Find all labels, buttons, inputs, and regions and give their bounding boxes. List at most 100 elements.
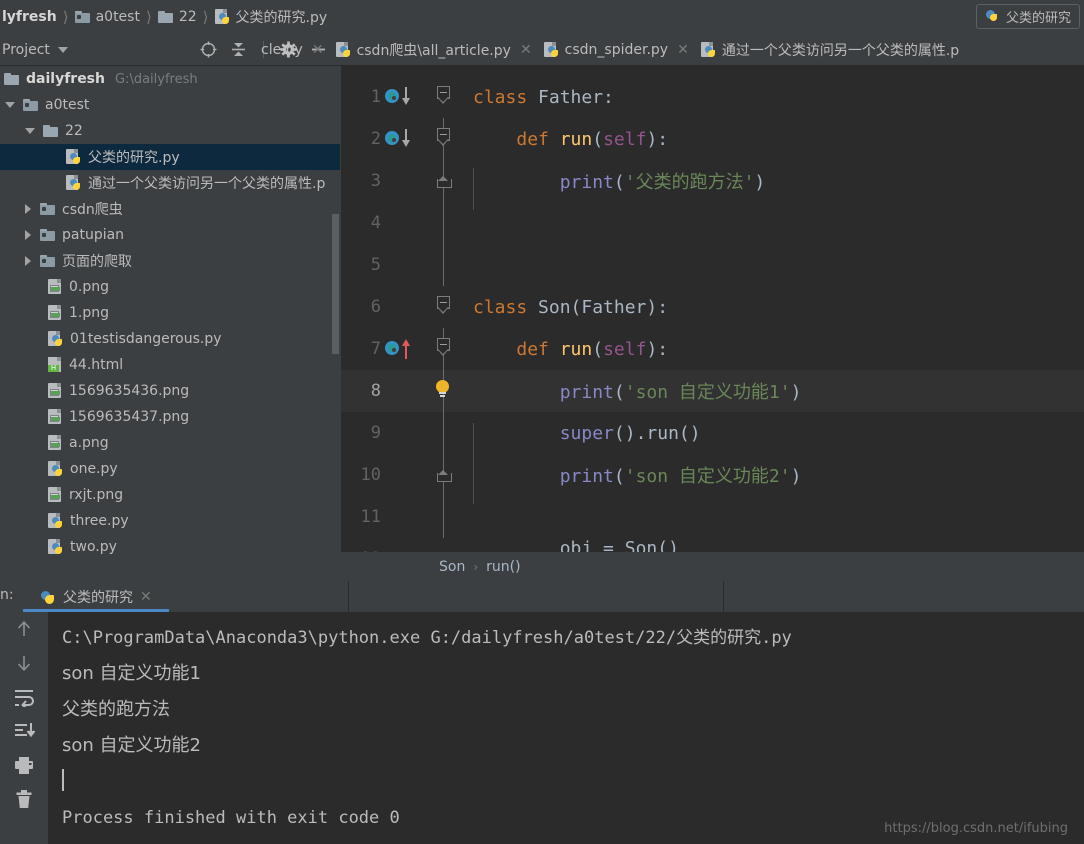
fold-region[interactable] — [427, 244, 471, 286]
code-line[interactable]: 7 def run(self): — [341, 328, 1084, 370]
fold-region[interactable] — [427, 370, 471, 412]
tree-row-file[interactable]: 01testisdangerous.py — [0, 326, 340, 352]
code-line[interactable]: 11 — [341, 496, 1084, 538]
breadcrumb-method[interactable]: run() — [486, 559, 520, 575]
collapse-all-icon[interactable] — [230, 41, 247, 58]
fold-region[interactable] — [427, 286, 471, 328]
fold-region[interactable] — [427, 160, 471, 202]
code-editor[interactable]: 1 class Father: 2 def run(self): 3 print… — [341, 66, 1084, 631]
fold-region[interactable] — [427, 412, 471, 454]
overriding-method-icon[interactable] — [385, 339, 417, 359]
project-tool-window-header[interactable]: Project — [0, 33, 68, 66]
editor-tab[interactable]: 通过一个父类访问另一个父类的属性.p — [695, 33, 965, 66]
close-icon[interactable]: ✕ — [520, 42, 532, 58]
code-line[interactable]: 10 print('son 自定义功能2') — [341, 454, 1084, 504]
tree-row-file[interactable]: 1.png — [0, 300, 340, 326]
close-icon[interactable]: ✕ — [140, 589, 152, 605]
breadcrumb-item-22[interactable]: 22 — [156, 9, 199, 25]
editor-tab-bar: cle.py ✕ csdn爬虫\all_article.py ✕ csdn_sp… — [255, 33, 965, 66]
code-line[interactable]: 4 — [341, 202, 1084, 244]
run-tab-active[interactable]: 父类的研究 ✕ — [33, 581, 160, 612]
intention-bulb-icon[interactable] — [435, 380, 451, 398]
fold-region[interactable] — [427, 202, 471, 244]
close-icon[interactable]: ✕ — [312, 42, 324, 58]
chevron-right-icon[interactable] — [25, 204, 31, 214]
tree-row-file[interactable]: three.py — [0, 508, 340, 534]
python-file-icon — [48, 331, 63, 347]
breadcrumb-class[interactable]: Son — [439, 559, 465, 575]
tree-row-file[interactable]: 1569635436.png — [0, 378, 340, 404]
print-button[interactable] — [0, 748, 48, 782]
overridden-method-icon[interactable] — [385, 87, 417, 107]
chevron-down-icon[interactable] — [57, 46, 68, 53]
fold-region[interactable] — [427, 328, 471, 370]
editor-tab[interactable]: csdn_spider.py ✕ — [538, 33, 695, 66]
console-output[interactable]: C:\ProgramData\Anaconda3\python.exe G:/d… — [48, 612, 1084, 844]
tree-vertical-scrollbar[interactable] — [332, 214, 339, 354]
scroll-to-end-button[interactable] — [0, 714, 48, 748]
project-tree[interactable]: dailyfresh G:\dailyfresh a0test 22 父类的研究… — [0, 66, 340, 581]
tree-row-patupian[interactable]: patupian — [0, 222, 340, 248]
code-text: class Son(Father): — [471, 297, 668, 318]
tree-row-file[interactable]: a.png — [0, 430, 340, 456]
tree-row-file[interactable]: one.py — [0, 456, 340, 482]
locate-icon[interactable] — [200, 41, 217, 58]
tree-row-file[interactable]: 通过一个父类访问另一个父类的属性.p — [0, 170, 340, 196]
breadcrumb-item-project[interactable]: lyfresh — [0, 9, 59, 25]
gutter-markers[interactable] — [381, 328, 427, 370]
fold-region[interactable] — [427, 454, 471, 496]
tree-row-file[interactable]: 1569635437.png — [0, 404, 340, 430]
tree-row-a0test[interactable]: a0test — [0, 92, 340, 118]
code-line[interactable]: 2 def run(self): — [341, 118, 1084, 160]
editor-tab[interactable]: cle.py ✕ — [255, 33, 330, 66]
down-arrow-button[interactable] — [0, 646, 48, 680]
code-line[interactable]: 9 super().run() — [341, 412, 1084, 465]
tree-row-file[interactable]: H 44.html — [0, 352, 340, 378]
tree-row-page-crawl[interactable]: 页面的爬取 — [0, 248, 340, 274]
chevron-down-icon[interactable] — [25, 128, 35, 134]
fold-region[interactable] — [427, 496, 471, 538]
gutter-markers[interactable] — [381, 118, 427, 160]
chevron-down-icon[interactable] — [5, 102, 15, 108]
close-icon[interactable]: ✕ — [677, 42, 689, 58]
overridden-method-icon[interactable] — [385, 129, 417, 149]
gutter-markers[interactable] — [381, 244, 427, 286]
gutter-markers[interactable] — [381, 412, 427, 454]
soft-wrap-button[interactable] — [0, 680, 48, 714]
gutter-markers[interactable] — [381, 76, 427, 118]
code-line[interactable]: 3 print('父类的跑方法') — [341, 160, 1084, 210]
tree-row-file[interactable]: 0.png — [0, 274, 340, 300]
punctuation: ( — [613, 466, 625, 487]
gutter-markers[interactable] — [381, 160, 427, 202]
breadcrumb-item-file[interactable]: 父类的研究.py — [213, 7, 330, 27]
gutter-markers[interactable] — [381, 286, 427, 328]
fold-region[interactable] — [427, 118, 471, 160]
breadcrumb-item-a0test[interactable]: a0test — [73, 9, 142, 25]
run-configuration-selector[interactable]: 父类的研究 — [975, 4, 1080, 29]
tree-item-label: patupian — [62, 227, 125, 243]
gutter-markers[interactable] — [381, 202, 427, 244]
fold-end-icon[interactable] — [437, 470, 452, 482]
gutter-markers[interactable] — [381, 370, 427, 412]
gutter-markers[interactable] — [381, 496, 427, 538]
tree-row-csdn-spider[interactable]: csdn爬虫 — [0, 196, 340, 222]
code-line-current[interactable]: 8 print('son 自定义功能1') — [341, 370, 1084, 412]
fold-end-icon[interactable] — [437, 176, 452, 188]
tree-row-file[interactable]: two.py — [0, 534, 340, 560]
editor-structure-breadcrumb[interactable]: Son › run() — [341, 552, 1084, 581]
gutter-markers[interactable] — [381, 454, 427, 496]
trash-button[interactable] — [0, 782, 48, 816]
code-line[interactable]: 6 class Son(Father): — [341, 286, 1084, 328]
editor-tab[interactable]: csdn爬虫\all_article.py ✕ — [330, 33, 538, 66]
tree-row-dailyfresh[interactable]: dailyfresh G:\dailyfresh — [0, 66, 340, 92]
tree-row-selected-file[interactable]: 父类的研究.py — [0, 144, 340, 170]
chevron-right-icon[interactable] — [25, 256, 31, 266]
chevron-right-icon[interactable] — [25, 230, 31, 240]
tree-row-file[interactable]: rxjt.png — [0, 482, 340, 508]
code-line[interactable]: 1 class Father: — [341, 76, 1084, 118]
fold-region[interactable] — [427, 76, 471, 118]
tree-row-22[interactable]: 22 — [0, 118, 340, 144]
image-file-icon — [48, 383, 62, 399]
code-line[interactable]: 5 — [341, 244, 1084, 286]
up-arrow-button[interactable] — [0, 612, 48, 646]
